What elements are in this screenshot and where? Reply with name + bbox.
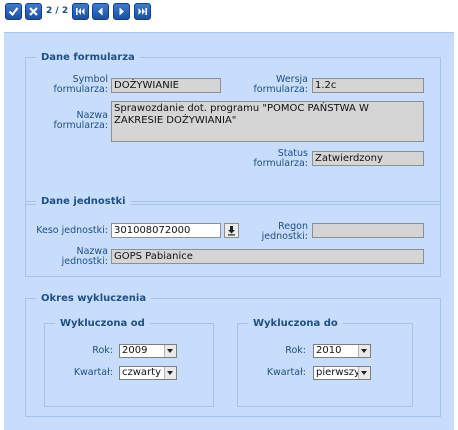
last-page-button[interactable]	[134, 3, 151, 20]
chevron-down-icon[interactable]	[164, 345, 176, 357]
first-page-icon	[76, 8, 85, 15]
pager-indicator: 2 / 2	[46, 6, 69, 16]
from-quarter-select[interactable]: czwarty	[119, 366, 177, 380]
to-year-select[interactable]: 2010	[313, 344, 371, 358]
last-page-icon	[138, 8, 147, 15]
cancel-button[interactable]	[25, 3, 42, 20]
form-data-section: Dane formularza Symbol formularza: DOŻYW…	[25, 51, 441, 205]
chevron-left-icon	[98, 7, 103, 16]
chevron-right-icon	[119, 7, 124, 16]
exclusion-period-section: Okres wykluczenia Wykluczona od Rok: 200…	[25, 292, 441, 417]
chevron-down-icon[interactable]	[358, 345, 370, 357]
excluded-to-legend: Wykluczona do	[248, 317, 343, 330]
next-page-button[interactable]	[113, 3, 130, 20]
excluded-to-section: Wykluczona do Rok: 2010 Kwartał: pierwsz…	[237, 317, 413, 407]
symbol-field: DOŻYWIANIE	[111, 78, 221, 93]
from-year-select[interactable]: 2009	[119, 344, 177, 358]
regon-field	[312, 223, 424, 238]
excluded-from-legend: Wykluczona od	[55, 317, 150, 330]
status-label: Status formularza:	[253, 148, 308, 169]
form-data-legend: Dane formularza	[36, 51, 140, 64]
chevron-down-icon[interactable]	[164, 367, 176, 379]
check-icon	[8, 7, 19, 17]
to-year-label: Rok:	[285, 345, 306, 356]
first-page-button[interactable]	[72, 3, 89, 20]
close-icon	[29, 7, 38, 16]
keso-field[interactable]: 301008072000	[111, 223, 221, 238]
from-year-label: Rok:	[92, 345, 113, 356]
to-quarter-select[interactable]: pierwszy	[313, 366, 371, 380]
status-field: Zatwierdzony	[312, 151, 424, 166]
keso-lookup-button[interactable]	[224, 223, 239, 238]
symbol-label: Symbol formularza:	[53, 74, 108, 95]
from-quarter-label: Kwartał:	[73, 367, 113, 378]
unit-name-label: Nazwa jednostki:	[61, 246, 108, 267]
confirm-button[interactable]	[5, 3, 22, 20]
to-year-value: 2010	[316, 345, 342, 356]
download-icon	[228, 226, 235, 236]
to-quarter-value: pierwszy	[316, 367, 360, 378]
excluded-from-section: Wykluczona od Rok: 2009 Kwartał: czwarty	[44, 317, 214, 407]
previous-page-button[interactable]	[92, 3, 109, 20]
toolbar: 2 / 2	[0, 0, 164, 24]
form-name-label: Nazwa formularza:	[53, 110, 108, 131]
form-name-field: Sprawozdanie dot. programu "POMOC PAŃSTW…	[111, 101, 424, 142]
chevron-down-icon[interactable]	[358, 367, 370, 379]
unit-name-field: GOPS Pabianice	[111, 249, 424, 264]
version-label: Wersja formularza:	[253, 74, 308, 95]
to-quarter-label: Kwartał:	[266, 367, 306, 378]
form-panel: Dane formularza Symbol formularza: DOŻYW…	[4, 32, 454, 430]
unit-data-legend: Dane jednostki	[36, 195, 131, 208]
keso-label: Keso jednostki:	[36, 225, 108, 236]
unit-data-section: Dane jednostki Keso jednostki: 301008072…	[25, 195, 441, 277]
from-quarter-value: czwarty	[122, 367, 162, 378]
exclusion-period-legend: Okres wykluczenia	[36, 292, 152, 305]
regon-label: Regon jednostki:	[261, 221, 308, 242]
version-field: 1.2c	[312, 78, 424, 93]
from-year-value: 2009	[122, 345, 148, 356]
